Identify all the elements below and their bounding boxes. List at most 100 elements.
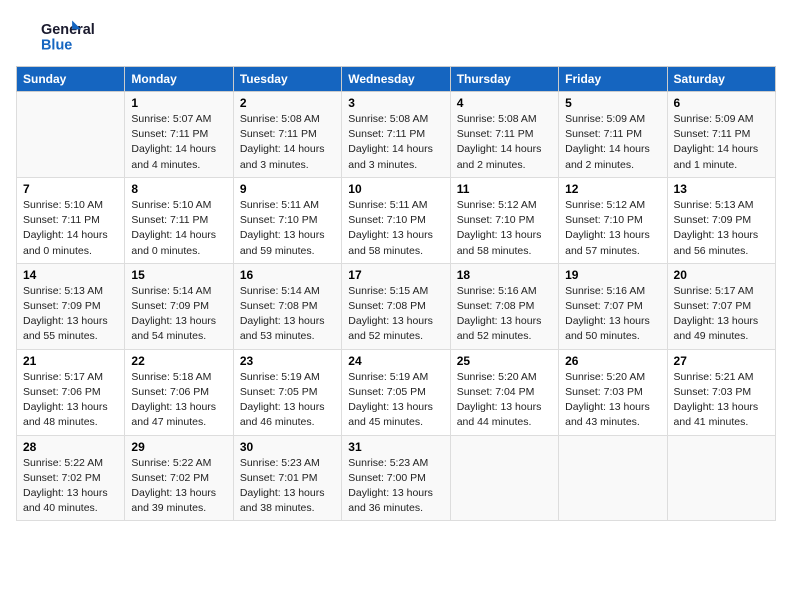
day-of-week-header: Sunday bbox=[17, 67, 125, 92]
day-number: 10 bbox=[348, 182, 443, 196]
calendar-week-row: 1 Sunrise: 5:07 AMSunset: 7:11 PMDaylight… bbox=[17, 92, 776, 178]
calendar-day-cell: 4Sunrise: 5:08 AMSunset: 7:11 PMDaylight… bbox=[450, 92, 558, 178]
calendar-day-cell: 31Sunrise: 5:23 AMSunset: 7:00 PMDayligh… bbox=[342, 435, 450, 521]
calendar-week-row: 21 Sunrise: 5:17 AMSunset: 7:06 PMDayligh… bbox=[17, 349, 776, 435]
day-info: Sunrise: 5:21 AMSunset: 7:03 PMDaylight:… bbox=[674, 370, 769, 431]
calendar-day-cell bbox=[667, 435, 775, 521]
day-info: Sunrise: 5:10 AMSunset: 7:11 PMDaylight:… bbox=[131, 198, 226, 259]
day-number: 19 bbox=[565, 268, 660, 282]
calendar-day-cell: 24 Sunrise: 5:19 AMSunset: 7:05 PMDayligh… bbox=[342, 349, 450, 435]
day-info: Sunrise: 5:11 AMSunset: 7:10 PMDaylight:… bbox=[240, 198, 335, 259]
day-number: 21 bbox=[23, 354, 118, 368]
logo-icon: General Blue bbox=[16, 16, 106, 56]
calendar-day-cell: 16Sunrise: 5:14 AMSunset: 7:08 PMDayligh… bbox=[233, 263, 341, 349]
day-number: 14 bbox=[23, 268, 118, 282]
calendar-day-cell bbox=[559, 435, 667, 521]
day-number: 23 bbox=[240, 354, 335, 368]
day-info: Sunrise: 5:12 AMSunset: 7:10 PMDaylight:… bbox=[565, 198, 660, 259]
day-number: 1 bbox=[131, 96, 226, 110]
day-info: Sunrise: 5:10 AMSunset: 7:11 PMDaylight:… bbox=[23, 198, 118, 259]
calendar-day-cell: 29 Sunrise: 5:22 AMSunset: 7:02 PMDayligh… bbox=[125, 435, 233, 521]
calendar-day-cell: 10 Sunrise: 5:11 AMSunset: 7:10 PMDayligh… bbox=[342, 177, 450, 263]
day-of-week-header: Friday bbox=[559, 67, 667, 92]
calendar-day-cell: 15Sunrise: 5:14 AMSunset: 7:09 PMDayligh… bbox=[125, 263, 233, 349]
day-info: Sunrise: 5:08 AMSunset: 7:11 PMDaylight:… bbox=[457, 112, 552, 173]
day-number: 2 bbox=[240, 96, 335, 110]
day-info: Sunrise: 5:19 AMSunset: 7:05 PMDaylight:… bbox=[348, 370, 443, 431]
day-of-week-header: Thursday bbox=[450, 67, 558, 92]
calendar-day-cell: 2 Sunrise: 5:08 AMSunset: 7:11 PMDaylight… bbox=[233, 92, 341, 178]
day-number: 11 bbox=[457, 182, 552, 196]
day-number: 17 bbox=[348, 268, 443, 282]
day-number: 9 bbox=[240, 182, 335, 196]
calendar-body: 1 Sunrise: 5:07 AMSunset: 7:11 PMDaylight… bbox=[17, 92, 776, 521]
day-info: Sunrise: 5:09 AMSunset: 7:11 PMDaylight:… bbox=[674, 112, 769, 173]
day-info: Sunrise: 5:22 AMSunset: 7:02 PMDaylight:… bbox=[23, 456, 118, 517]
day-of-week-header: Tuesday bbox=[233, 67, 341, 92]
day-info: Sunrise: 5:11 AMSunset: 7:10 PMDaylight:… bbox=[348, 198, 443, 259]
day-info: Sunrise: 5:13 AMSunset: 7:09 PMDaylight:… bbox=[674, 198, 769, 259]
day-of-week-header: Wednesday bbox=[342, 67, 450, 92]
day-number: 3 bbox=[348, 96, 443, 110]
day-number: 25 bbox=[457, 354, 552, 368]
calendar-week-row: 14 Sunrise: 5:13 AMSunset: 7:09 PMDayligh… bbox=[17, 263, 776, 349]
day-info: Sunrise: 5:16 AMSunset: 7:07 PMDaylight:… bbox=[565, 284, 660, 345]
calendar-day-cell: 26Sunrise: 5:20 AMSunset: 7:03 PMDayligh… bbox=[559, 349, 667, 435]
calendar-day-cell: 17 Sunrise: 5:15 AMSunset: 7:08 PMDayligh… bbox=[342, 263, 450, 349]
day-info: Sunrise: 5:08 AMSunset: 7:11 PMDaylight:… bbox=[348, 112, 443, 173]
svg-text:Blue: Blue bbox=[41, 37, 72, 53]
calendar-day-cell: 9 Sunrise: 5:11 AMSunset: 7:10 PMDaylight… bbox=[233, 177, 341, 263]
day-info: Sunrise: 5:18 AMSunset: 7:06 PMDaylight:… bbox=[131, 370, 226, 431]
day-info: Sunrise: 5:13 AMSunset: 7:09 PMDaylight:… bbox=[23, 284, 118, 345]
calendar-day-cell: 13 Sunrise: 5:13 AMSunset: 7:09 PMDayligh… bbox=[667, 177, 775, 263]
day-number: 24 bbox=[348, 354, 443, 368]
calendar-week-row: 28Sunrise: 5:22 AMSunset: 7:02 PMDayligh… bbox=[17, 435, 776, 521]
day-info: Sunrise: 5:07 AMSunset: 7:11 PMDaylight:… bbox=[131, 112, 226, 173]
header-row: SundayMondayTuesdayWednesdayThursdayFrid… bbox=[17, 67, 776, 92]
calendar-day-cell: 25 Sunrise: 5:20 AMSunset: 7:04 PMDayligh… bbox=[450, 349, 558, 435]
day-number: 13 bbox=[674, 182, 769, 196]
calendar-day-cell bbox=[17, 92, 125, 178]
calendar-day-cell: 30Sunrise: 5:23 AMSunset: 7:01 PMDayligh… bbox=[233, 435, 341, 521]
calendar-day-cell: 27 Sunrise: 5:21 AMSunset: 7:03 PMDayligh… bbox=[667, 349, 775, 435]
calendar-day-cell: 28Sunrise: 5:22 AMSunset: 7:02 PMDayligh… bbox=[17, 435, 125, 521]
day-info: Sunrise: 5:23 AMSunset: 7:00 PMDaylight:… bbox=[348, 456, 443, 517]
calendar-day-cell: 8 Sunrise: 5:10 AMSunset: 7:11 PMDaylight… bbox=[125, 177, 233, 263]
calendar-week-row: 7 Sunrise: 5:10 AMSunset: 7:11 PMDaylight… bbox=[17, 177, 776, 263]
page-header: General Blue bbox=[16, 16, 776, 56]
calendar-day-cell bbox=[450, 435, 558, 521]
calendar-header: SundayMondayTuesdayWednesdayThursdayFrid… bbox=[17, 67, 776, 92]
calendar-day-cell: 11Sunrise: 5:12 AMSunset: 7:10 PMDayligh… bbox=[450, 177, 558, 263]
day-info: Sunrise: 5:22 AMSunset: 7:02 PMDaylight:… bbox=[131, 456, 226, 517]
day-number: 26 bbox=[565, 354, 660, 368]
day-number: 29 bbox=[131, 440, 226, 454]
day-info: Sunrise: 5:15 AMSunset: 7:08 PMDaylight:… bbox=[348, 284, 443, 345]
day-number: 12 bbox=[565, 182, 660, 196]
calendar-day-cell: 20Sunrise: 5:17 AMSunset: 7:07 PMDayligh… bbox=[667, 263, 775, 349]
calendar-day-cell: 3 Sunrise: 5:08 AMSunset: 7:11 PMDaylight… bbox=[342, 92, 450, 178]
calendar-day-cell: 21 Sunrise: 5:17 AMSunset: 7:06 PMDayligh… bbox=[17, 349, 125, 435]
day-number: 16 bbox=[240, 268, 335, 282]
day-info: Sunrise: 5:17 AMSunset: 7:06 PMDaylight:… bbox=[23, 370, 118, 431]
calendar-day-cell: 7 Sunrise: 5:10 AMSunset: 7:11 PMDaylight… bbox=[17, 177, 125, 263]
day-number: 30 bbox=[240, 440, 335, 454]
day-info: Sunrise: 5:08 AMSunset: 7:11 PMDaylight:… bbox=[240, 112, 335, 173]
day-of-week-header: Saturday bbox=[667, 67, 775, 92]
day-of-week-header: Monday bbox=[125, 67, 233, 92]
day-number: 22 bbox=[131, 354, 226, 368]
calendar-day-cell: 14 Sunrise: 5:13 AMSunset: 7:09 PMDayligh… bbox=[17, 263, 125, 349]
day-number: 8 bbox=[131, 182, 226, 196]
day-number: 27 bbox=[674, 354, 769, 368]
calendar-day-cell: 23 Sunrise: 5:19 AMSunset: 7:05 PMDayligh… bbox=[233, 349, 341, 435]
svg-text:General: General bbox=[41, 22, 95, 38]
day-number: 15 bbox=[131, 268, 226, 282]
day-info: Sunrise: 5:20 AMSunset: 7:04 PMDaylight:… bbox=[457, 370, 552, 431]
day-info: Sunrise: 5:19 AMSunset: 7:05 PMDaylight:… bbox=[240, 370, 335, 431]
calendar-day-cell: 18Sunrise: 5:16 AMSunset: 7:08 PMDayligh… bbox=[450, 263, 558, 349]
calendar-day-cell: 19 Sunrise: 5:16 AMSunset: 7:07 PMDayligh… bbox=[559, 263, 667, 349]
calendar-day-cell: 6 Sunrise: 5:09 AMSunset: 7:11 PMDaylight… bbox=[667, 92, 775, 178]
day-number: 6 bbox=[674, 96, 769, 110]
calendar-day-cell: 1 Sunrise: 5:07 AMSunset: 7:11 PMDaylight… bbox=[125, 92, 233, 178]
day-number: 7 bbox=[23, 182, 118, 196]
day-info: Sunrise: 5:09 AMSunset: 7:11 PMDaylight:… bbox=[565, 112, 660, 173]
